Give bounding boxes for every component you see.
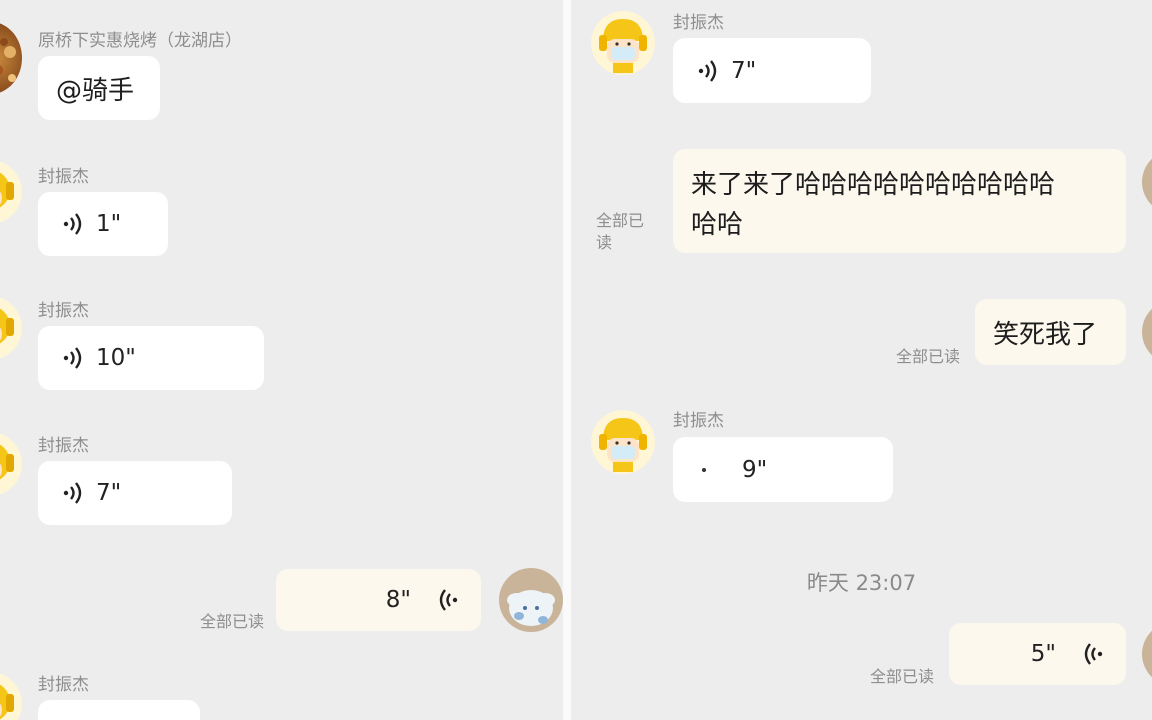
- voice-message-bubble[interactable]: 9": [673, 437, 893, 502]
- read-status: 全部已读: [200, 612, 265, 631]
- message-text: @骑手: [56, 75, 135, 106]
- voice-duration: 10": [96, 345, 136, 371]
- voice-wave-icon: [62, 212, 84, 236]
- my-message-bubble[interactable]: 笑死我了: [975, 299, 1126, 365]
- voice-message-bubble[interactable]: 1": [38, 192, 168, 256]
- message-text: 笑死我了: [993, 319, 1098, 350]
- voice-wave-icon: [697, 59, 719, 83]
- voice-message-bubble[interactable]: 7": [38, 461, 232, 525]
- message-text-line: 来了来了哈哈哈哈哈哈哈哈哈哈: [691, 170, 1056, 200]
- message-timestamp: 昨天 23:07: [806, 571, 917, 595]
- my-avatar[interactable]: [1142, 300, 1152, 364]
- sender-name-shop: 原桥下实惠烧烤（龙湖店）: [38, 31, 242, 51]
- rider-avatar[interactable]: [591, 11, 655, 75]
- message-text-line: 哈哈: [691, 210, 744, 240]
- sender-name: 封振杰: [38, 436, 89, 456]
- sender-name: 封振杰: [38, 675, 89, 695]
- voice-duration: 8": [385, 587, 411, 613]
- my-avatar[interactable]: [1142, 622, 1152, 686]
- voice-duration: 5": [1030, 641, 1056, 667]
- read-status: 全部已读: [870, 667, 935, 686]
- message-bubble[interactable]: @骑手: [38, 56, 160, 120]
- sender-name: 封振杰: [673, 13, 724, 33]
- my-avatar[interactable]: [499, 568, 563, 632]
- panel-divider: [563, 0, 571, 720]
- rider-avatar[interactable]: [0, 160, 22, 224]
- sender-name: 封振杰: [38, 167, 89, 187]
- voice-message-bubble[interactable]: [38, 700, 200, 720]
- chat-panel-left: 原桥下实惠烧烤（龙湖店） @骑手 封振杰 1" 封振杰 10" 封振杰 7" 全…: [0, 0, 563, 720]
- read-status: 全部已读: [596, 211, 645, 252]
- voice-wave-icon: [437, 588, 459, 612]
- my-voice-message-bubble[interactable]: 5": [949, 623, 1126, 685]
- voice-playing-indicator: [702, 468, 706, 472]
- voice-duration: 1": [96, 211, 122, 237]
- voice-message-bubble[interactable]: 7": [673, 38, 871, 103]
- rider-avatar[interactable]: [591, 410, 655, 474]
- rider-avatar[interactable]: [0, 672, 22, 720]
- rider-avatar[interactable]: [0, 432, 22, 496]
- read-status: 全部已读: [896, 347, 961, 366]
- shop-avatar[interactable]: [0, 22, 22, 94]
- rider-avatar[interactable]: [0, 296, 22, 360]
- voice-duration: 7": [96, 480, 122, 506]
- voice-duration: 9": [742, 456, 768, 483]
- my-avatar[interactable]: [1142, 150, 1152, 214]
- voice-wave-icon: [62, 346, 84, 370]
- my-voice-message-bubble[interactable]: 8": [276, 569, 481, 631]
- voice-wave-icon: [1082, 642, 1104, 666]
- voice-message-bubble[interactable]: 10": [38, 326, 264, 390]
- voice-duration: 7": [731, 57, 757, 84]
- sender-name: 封振杰: [38, 301, 89, 321]
- my-message-bubble[interactable]: 来了来了哈哈哈哈哈哈哈哈哈哈 哈哈: [673, 149, 1126, 253]
- chat-panel-right: 封振杰 7" 全部已读 来了来了哈哈哈哈哈哈哈哈哈哈 哈哈 全部已读 笑死我了: [571, 0, 1152, 720]
- voice-wave-icon: [62, 481, 84, 505]
- sender-name: 封振杰: [673, 411, 724, 431]
